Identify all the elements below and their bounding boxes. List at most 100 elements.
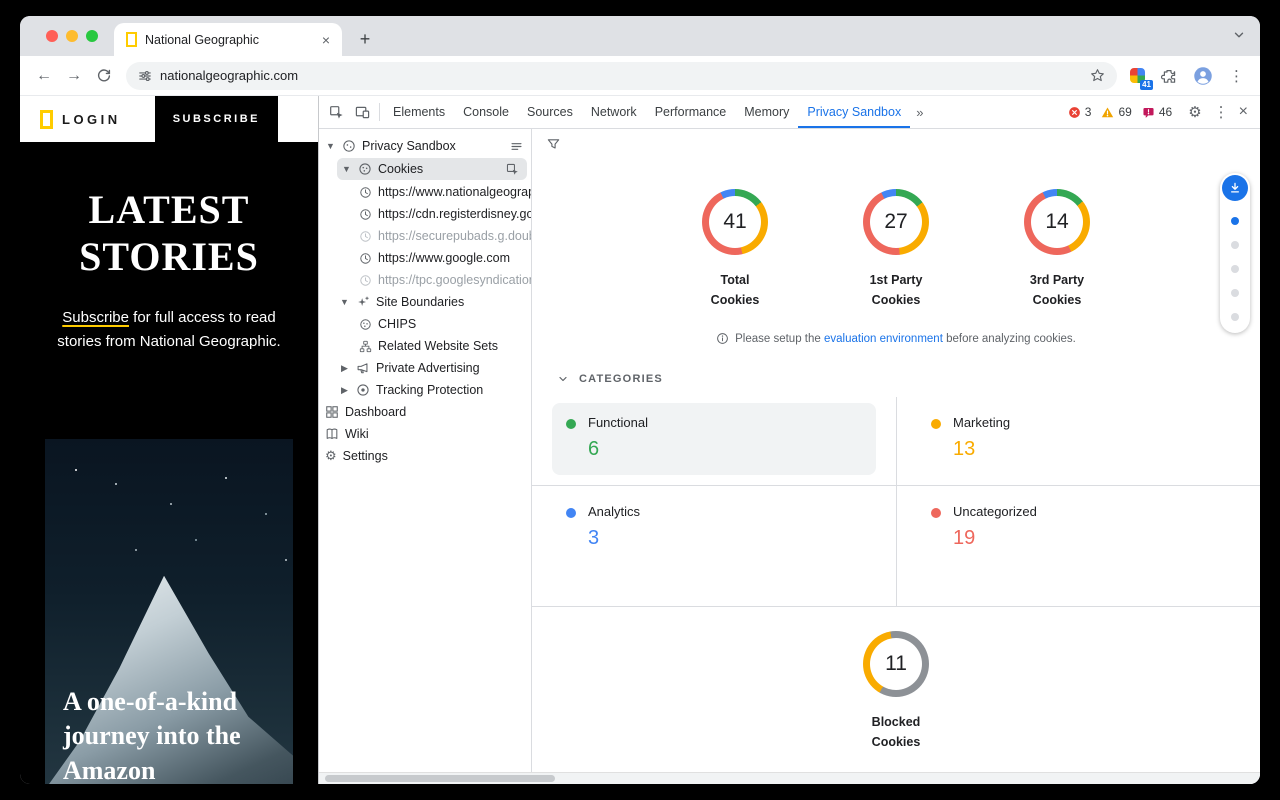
tree-item-url[interactable]: https://securepubads.g.doubleclick.net	[319, 225, 531, 247]
tree-item-url[interactable]: https://cdn.registerdisney.go.com	[319, 203, 531, 225]
filter-icon[interactable]	[546, 137, 561, 152]
devtools-close-button[interactable]: ×	[1235, 103, 1256, 121]
tab-network[interactable]: Network	[582, 96, 646, 128]
tab-console[interactable]: Console	[454, 96, 518, 128]
category-analytics[interactable]: Analytics 3	[532, 485, 896, 606]
category-marketing[interactable]: Marketing 13	[896, 397, 1260, 485]
issues-icon	[1142, 106, 1155, 119]
category-uncategorized[interactable]: Uncategorized 19	[896, 485, 1260, 606]
section-dot[interactable]	[1231, 241, 1239, 249]
tree-item-url[interactable]: https://www.nationalgeographic.com	[319, 181, 531, 203]
url-text[interactable]: nationalgeographic.com	[160, 68, 1082, 83]
tree-item-wiki[interactable]: Wiki	[319, 423, 531, 445]
error-counter[interactable]: 3	[1068, 105, 1092, 119]
tab-performance[interactable]: Performance	[646, 96, 736, 128]
hero-photo[interactable]: A one-of-a-kind journey into the Amazon	[45, 439, 293, 784]
info-icon	[716, 332, 729, 345]
more-tabs-button[interactable]: »	[910, 105, 929, 120]
element-picker-icon[interactable]	[506, 163, 519, 176]
section-navigator	[1220, 173, 1250, 333]
tree-item-chips[interactable]: CHIPS	[319, 313, 531, 335]
warning-icon	[1101, 106, 1114, 119]
tab-close-icon[interactable]: ×	[318, 31, 334, 49]
donut-first-party-cookies: 27 1st Party Cookies	[844, 189, 948, 310]
bookmark-star-icon[interactable]	[1090, 68, 1105, 83]
website-pane: LOGIN SUBSCRIBE LATEST STORIES Subscribe…	[20, 96, 318, 784]
tab-search-chevron-icon[interactable]	[1232, 28, 1246, 42]
horizontal-scrollbar[interactable]	[319, 772, 1260, 784]
back-button[interactable]: ←	[30, 62, 58, 90]
collapse-arrow-icon[interactable]: ▶	[339, 385, 350, 396]
window-controls	[46, 30, 98, 42]
categories-section-header[interactable]: CATEGORIES	[532, 373, 1260, 385]
cookie-donuts: 41 Total Cookies 27 1st Party Cookies 14…	[532, 189, 1260, 310]
close-window-button[interactable]	[46, 30, 58, 42]
tab-sources[interactable]: Sources	[518, 96, 582, 128]
devtools-body: ▼ Privacy Sandbox ▼	[319, 129, 1260, 772]
devtools-panel: Elements Console Sources Network Perform…	[318, 96, 1260, 784]
devtools-menu-button[interactable]: ⋮	[1208, 103, 1235, 121]
grid-icon	[325, 405, 339, 419]
minimize-window-button[interactable]	[66, 30, 78, 42]
tree-item-url[interactable]: https://www.google.com	[319, 247, 531, 269]
warning-counter[interactable]: 69	[1101, 105, 1131, 119]
tree-item-settings[interactable]: ⚙ Settings	[319, 445, 531, 467]
issues-counter[interactable]: 46	[1142, 105, 1172, 119]
subscribe-button[interactable]: SUBSCRIBE	[155, 96, 278, 142]
devtools-settings-icon[interactable]: ⚙	[1182, 103, 1207, 121]
category-functional[interactable]: Functional 6	[532, 397, 896, 485]
subscribe-link[interactable]: Subscribe	[62, 309, 129, 326]
collapse-all-icon[interactable]	[510, 140, 523, 153]
panel-toolbar	[532, 129, 1260, 155]
browser-menu-button[interactable]: ⋮	[1223, 67, 1250, 85]
download-icon	[1228, 181, 1242, 195]
tree-item-tracking-protection[interactable]: ▶ Tracking Protection	[319, 379, 531, 401]
browser-tab[interactable]: National Geographic ×	[114, 23, 342, 56]
profile-avatar[interactable]	[1189, 62, 1217, 90]
tree-item-private-advertising[interactable]: ▶ Private Advertising	[319, 357, 531, 379]
browser-window: National Geographic × + ← → nationalgeog…	[20, 16, 1260, 784]
site-header: LOGIN SUBSCRIBE	[20, 96, 318, 142]
window-content: LOGIN SUBSCRIBE LATEST STORIES Subscribe…	[20, 96, 1260, 784]
evaluation-environment-link[interactable]: evaluation environment	[824, 333, 943, 345]
tab-elements[interactable]: Elements	[384, 96, 454, 128]
device-toolbar-icon[interactable]	[349, 99, 375, 125]
tree-item-dashboard[interactable]: Dashboard	[319, 401, 531, 423]
tree-item-site-boundaries[interactable]: ▼ Site Boundaries	[319, 291, 531, 313]
inspect-element-icon[interactable]	[323, 99, 349, 125]
tree-item-cookies[interactable]: ▼ Cookies	[337, 158, 527, 180]
maximize-window-button[interactable]	[86, 30, 98, 42]
categories-title: CATEGORIES	[579, 373, 663, 385]
section-dot[interactable]	[1231, 217, 1239, 225]
expand-arrow-icon[interactable]: ▼	[341, 164, 352, 174]
tree-item-url[interactable]: https://tpc.googlesyndication.com	[319, 269, 531, 291]
section-dot[interactable]	[1231, 289, 1239, 297]
privacy-sandbox-extension-button[interactable]: 41	[1125, 64, 1149, 88]
toolbar-right-icons: 41 ⋮	[1125, 62, 1250, 90]
tab-privacy-sandbox[interactable]: Privacy Sandbox	[798, 96, 910, 128]
reload-button[interactable]	[90, 62, 118, 90]
section-dot[interactable]	[1231, 313, 1239, 321]
new-tab-button[interactable]: +	[352, 26, 378, 52]
book-icon	[325, 427, 339, 441]
section-dot[interactable]	[1231, 265, 1239, 273]
address-bar[interactable]: nationalgeographic.com	[126, 62, 1117, 90]
donut-blocked-cookies: 11	[863, 631, 929, 697]
expand-arrow-icon[interactable]: ▼	[339, 297, 350, 307]
natgeo-logo-icon[interactable]	[40, 110, 53, 129]
tree-item-related-website-sets[interactable]: Related Website Sets	[319, 335, 531, 357]
expand-arrow-icon[interactable]: ▼	[325, 141, 336, 151]
extensions-puzzle-button[interactable]	[1155, 62, 1183, 90]
tab-strip: National Geographic × +	[20, 16, 1260, 56]
cookies-panel: 41 Total Cookies 27 1st Party Cookies 14…	[532, 129, 1260, 772]
tree-item-privacy-sandbox[interactable]: ▼ Privacy Sandbox	[319, 135, 531, 157]
tab-memory[interactable]: Memory	[735, 96, 798, 128]
forward-button[interactable]: →	[60, 62, 88, 90]
download-report-button[interactable]	[1222, 175, 1248, 201]
collapse-arrow-icon[interactable]: ▶	[339, 363, 350, 374]
donut-chart: 41	[702, 189, 768, 255]
scrollbar-thumb[interactable]	[325, 775, 555, 782]
error-icon	[1068, 106, 1081, 119]
login-link[interactable]: LOGIN	[62, 112, 121, 127]
category-dot	[931, 419, 941, 429]
